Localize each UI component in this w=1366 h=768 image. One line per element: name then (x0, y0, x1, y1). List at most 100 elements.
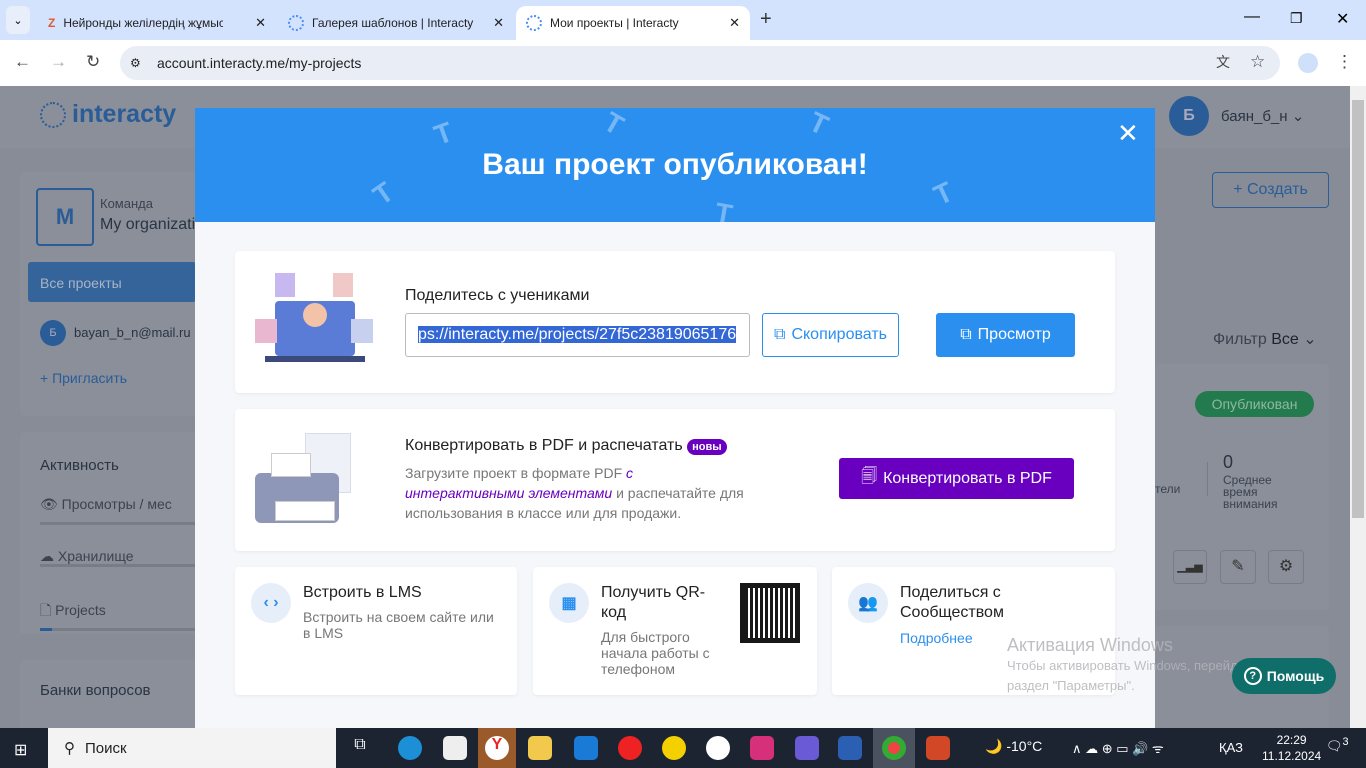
tab-my-projects[interactable]: Мои проекты | Interacty ✕ (516, 6, 750, 40)
team-avatar: M (36, 188, 94, 246)
team-label: Команда (100, 196, 153, 211)
tab-search-button[interactable]: ⌄ (6, 6, 30, 34)
user-avatar[interactable]: Б (1169, 96, 1209, 136)
settings-button[interactable]: ⚙ (1268, 550, 1304, 584)
avg-time-label: Среднее время внимания (1223, 473, 1278, 511)
question-banks-title: Банки вопросов (40, 682, 151, 699)
pdf-card: Конвертировать в PDF и распечатать новы … (235, 409, 1115, 551)
modal-title: Ваш проект опубликован! (482, 148, 868, 181)
copilot-icon[interactable] (795, 736, 819, 760)
avg-time-value: 0 (1223, 452, 1234, 472)
qr-card[interactable]: ▦ Получить QR-код Для быстрого начала ра… (533, 567, 817, 695)
file-explorer-icon[interactable] (528, 736, 552, 760)
z-favicon-icon: Z (48, 16, 56, 30)
filter-select[interactable]: Фильтр Все ⌄ (1213, 329, 1317, 349)
browser-tab-bar: ⌄ Z Нейронды желілердің жұмысы ✕ Галерея ш… (0, 0, 1366, 40)
lms-description: Встроить на своем сайте или в LMS (303, 609, 494, 641)
close-window-button[interactable]: ✕ (1336, 9, 1349, 29)
stat-label: тели (1155, 482, 1181, 496)
minimize-button[interactable]: — (1244, 8, 1260, 26)
lms-title: Встроить в LMS (303, 584, 422, 601)
logo[interactable]: interacty (40, 100, 176, 129)
chrome-icon[interactable] (882, 736, 906, 760)
preview-button[interactable]: ⧉ Просмотр (936, 313, 1075, 357)
sidebar-all-projects[interactable]: Все проекты (28, 262, 196, 302)
close-tab-icon[interactable]: ✕ (493, 15, 504, 31)
question-banks-card: Банки вопросов (20, 660, 196, 728)
lms-card[interactable]: ‹ › Встроить в LMS Встроить на своем сай… (235, 567, 517, 695)
users-icon: 👥 (848, 583, 888, 623)
translate-icon[interactable]: 文 (1216, 52, 1230, 72)
learn-more-link[interactable]: Подробнее (900, 630, 973, 646)
pdf-title: Конвертировать в PDF и распечатать новы (405, 437, 727, 455)
back-icon[interactable]: ← (14, 52, 31, 72)
code-icon: ‹ › (251, 583, 291, 623)
reload-icon[interactable]: ↻ (86, 52, 100, 72)
close-tab-icon[interactable]: ✕ (255, 15, 266, 31)
new-tab-button[interactable]: + (760, 8, 772, 31)
bookmark-star-icon[interactable]: ☆ (1250, 52, 1265, 72)
task-view-icon[interactable]: ⧉ (348, 736, 372, 760)
language-indicator[interactable]: ҚАЗ (1219, 740, 1243, 755)
system-tray[interactable]: ∧ ☁ ⊕ ▭ 🔊 ᯤ (1072, 739, 1164, 757)
logo-icon (40, 101, 66, 128)
mail-icon[interactable] (574, 736, 598, 760)
whatsapp-icon[interactable] (706, 736, 730, 760)
pdf-icon: 🗐 (861, 468, 878, 485)
yandex-market-icon[interactable] (662, 736, 686, 760)
member-email: bayan_b_n@mail.ru (74, 325, 191, 340)
yandex-browser-icon[interactable]: Y (485, 736, 509, 760)
views-metric: 👁 Просмотры / мес (40, 496, 172, 512)
teacher-illustration (255, 271, 373, 371)
close-icon[interactable]: ✕ (1117, 118, 1139, 149)
start-button[interactable]: ⊞ (14, 740, 27, 760)
new-badge: новы (687, 439, 727, 455)
storage-metric: ☁ Хранилище (40, 548, 134, 564)
share-card: Поделитесь с учениками ps://interacty.me… (235, 251, 1115, 393)
share-url-input[interactable]: ps://interacty.me/projects/27f5c23819065… (405, 313, 750, 357)
close-tab-icon[interactable]: ✕ (729, 15, 740, 31)
maximize-button[interactable]: ❐ (1290, 10, 1303, 27)
windows-taskbar: ⊞ ⚲ Поиск ⧉ Y 🌙 -10°C ∧ ☁ ⊕ ▭ 🔊 ᯤ ҚАЗ 22:… (0, 728, 1366, 768)
qr-title: Получить QR-код (601, 584, 706, 621)
yandex-icon[interactable] (618, 736, 642, 760)
projects-metric: 🗋 Projects (40, 602, 106, 618)
search-icon: ⚲ (64, 740, 75, 757)
tab-neural[interactable]: Z Нейронды желілердің жұмысы ✕ (38, 6, 276, 40)
powerpoint-icon[interactable] (926, 736, 950, 760)
community-title: Поделиться с Сообществом (900, 584, 1004, 621)
printer-illustration (255, 433, 355, 529)
url-input[interactable]: ⚙ account.interacty.me/my-projects (120, 46, 1280, 80)
team-card: M Команда My organization Все проекты Б … (20, 172, 213, 416)
interacty-favicon-icon (526, 15, 542, 31)
activity-title: Активность (40, 457, 119, 474)
user-menu[interactable]: баян_б_н ⌄ (1221, 107, 1304, 125)
page-scrollbar[interactable] (1350, 86, 1366, 728)
edit-button[interactable]: ✎ (1220, 550, 1256, 584)
edge-icon[interactable] (398, 736, 422, 760)
interacty-favicon-icon (288, 15, 304, 31)
invite-link[interactable]: + Пригласить (40, 370, 127, 386)
site-info-icon[interactable]: ⚙ (130, 56, 141, 70)
instagram-icon[interactable] (750, 736, 774, 760)
weather-widget[interactable]: 🌙 -10°C (985, 738, 1042, 755)
word-icon[interactable] (838, 736, 862, 760)
stats-button[interactable]: ▁▃▅ (1173, 550, 1207, 584)
convert-pdf-button[interactable]: 🗐 Конвертировать в PDF (839, 458, 1074, 499)
copy-button[interactable]: ⧉ Скопировать (762, 313, 899, 357)
qr-icon: ▦ (549, 583, 589, 623)
store-icon[interactable] (443, 736, 467, 760)
clock[interactable]: 22:29 11.12.2024 (1262, 732, 1321, 764)
address-bar-row: ← → ↻ ⚙ account.interacty.me/my-projects … (0, 40, 1366, 86)
menu-icon[interactable]: ⋮ (1336, 52, 1353, 72)
share-label: Поделитесь с учениками (405, 287, 590, 304)
taskbar-search[interactable]: ⚲ Поиск (48, 728, 336, 768)
help-button[interactable]: ? Помощь (1232, 658, 1336, 694)
create-button[interactable]: + Создать (1212, 172, 1329, 208)
question-icon: ? (1243, 667, 1262, 685)
notifications-button[interactable]: 🗨3 (1326, 736, 1349, 754)
qr-description: Для быстрого начала работы с телефоном (601, 629, 710, 677)
profile-icon[interactable] (1298, 53, 1318, 73)
forward-icon[interactable]: → (50, 52, 67, 72)
tab-gallery[interactable]: Галерея шаблонов | Interacty ✕ (278, 6, 514, 40)
